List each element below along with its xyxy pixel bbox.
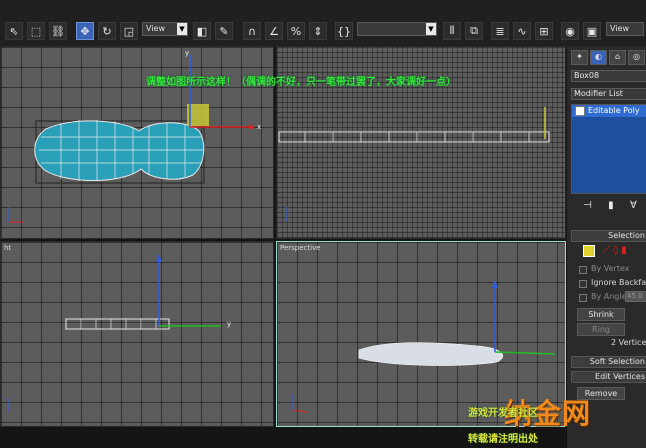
create-tab-icon[interactable]: ✦ [571,50,588,65]
sole-perspective-mesh[interactable] [358,342,503,366]
axis-tripod-x [292,409,308,413]
by-vertex-label: By Vertex [591,264,630,273]
shoe-sole-mesh[interactable] [34,120,205,181]
soft-selection-rollout[interactable]: Soft Selection [571,356,646,368]
mirror-icon[interactable]: ⫴ [443,22,461,40]
command-panel: ✦ ◐ ⌂ ◎ Box08 Modifier List Editable Pol… [566,46,646,448]
gizmo-z-arrow [492,280,498,288]
ignore-backfacing-checkbox[interactable] [579,280,587,288]
watermark-line-1: 游戏开发者社区 [468,408,538,419]
selection-rollout[interactable]: Selection [571,230,646,242]
chevron-down-icon: ▼ [177,23,187,35]
angle-snap-icon[interactable]: ∠ [265,22,283,40]
stack-item-editable-poly[interactable]: Editable Poly [572,105,646,117]
by-angle-label: By Angle: [591,292,630,301]
profile-segments [304,132,530,142]
curve-editor-icon[interactable]: ∿ [513,22,531,40]
named-selection-dropdown[interactable]: ▼ [357,22,437,36]
modify-tab-icon[interactable]: ◐ [590,50,607,65]
schematic-icon[interactable]: ⊞ [535,22,553,40]
show-end-result-icon[interactable]: ▮ [608,200,614,214]
main-toolbar: ⇖ ⬚ ⛓ ✥ ↻ ◲ View ▼ ◧ ✎ ∩ ∠ % ⇕ {} ▼ ⫴ ⧉ … [0,0,646,46]
named-selection-icon[interactable]: {} [335,22,353,40]
material-editor-icon[interactable]: ◉ [561,22,579,40]
ring-button[interactable]: Ring [577,323,625,336]
vertex-mode-icon[interactable] [583,245,595,257]
pin-stack-icon[interactable]: ⊣ [583,200,592,214]
select-link-icon[interactable]: ⛓ [49,22,67,40]
gizmo-x-label: x [257,123,262,131]
hierarchy-tab-icon[interactable]: ⌂ [609,50,626,65]
reference-coordinate-value: View [146,24,165,33]
percent-snap-icon[interactable]: % [287,22,305,40]
spinner-snap-icon[interactable]: ⇕ [309,22,327,40]
shrink-button[interactable]: Shrink [577,308,625,321]
modifier-list-dropdown[interactable]: Modifier List [571,88,646,100]
rotate-icon[interactable]: ↻ [98,22,116,40]
sole-side-profile[interactable] [65,318,170,330]
pivot-center-icon[interactable]: ◧ [193,22,211,40]
select-manipulate-icon[interactable]: ✎ [215,22,233,40]
stack-item-label: Editable Poly [588,106,640,115]
tutorial-annotation: 调整如图所示这样！（偶调的不好，只一笔带过罢了，大家调好一点） [146,77,456,88]
gizmo-x-arrow [249,124,255,130]
stack-controls: ⊣ ▮ ∀ [575,200,645,214]
chevron-down-icon: ▼ [426,23,436,35]
edit-vertices-rollout[interactable]: Edit Vertices [571,371,646,383]
by-vertex-checkbox[interactable] [579,266,587,274]
move-icon[interactable]: ✥ [76,22,94,40]
layers-icon[interactable]: ≣ [491,22,509,40]
render-setup-icon[interactable]: ▣ [583,22,601,40]
command-panel-tabs: ✦ ◐ ⌂ ◎ [571,50,645,66]
scale-icon[interactable]: ◲ [120,22,138,40]
select-icon[interactable]: ⇖ [5,22,23,40]
gizmo-y-axis[interactable] [494,351,556,355]
render-view-dropdown[interactable]: View [606,22,644,36]
left-view-scene [8,254,221,412]
edge-mode-icons[interactable]: ⟋ ◊ ▮ [603,245,643,257]
reference-coordinate-dropdown[interactable]: View ▼ [142,22,188,36]
stack-toggle-icon[interactable] [575,106,585,116]
viewport-left[interactable]: ht y [0,241,274,427]
ignore-backfacing-label: Ignore Backfacing [591,278,646,287]
modifier-stack: Editable Poly [571,104,646,194]
motion-tab-icon[interactable]: ◎ [628,50,645,65]
by-angle-checkbox[interactable] [579,294,587,302]
selection-status: 2 Vertices [611,338,646,347]
render-view-value: View [610,24,629,33]
align-icon[interactable]: ⧉ [465,22,483,40]
select-region-icon[interactable]: ⬚ [27,22,45,40]
gizmo-y-label-left: y [227,320,232,328]
by-angle-input[interactable]: 45.0 [625,291,646,302]
gizmo-z-arrow [156,254,162,262]
watermark-line-2: 转载请注明出处 [468,434,538,445]
snap-icon[interactable]: ∩ [243,22,261,40]
gizmo-y-label: y [185,49,190,57]
make-unique-icon[interactable]: ∀ [630,200,637,214]
sole-profile[interactable] [278,131,550,143]
side-segments [80,319,157,329]
object-name-field[interactable]: Box08 [571,70,646,82]
